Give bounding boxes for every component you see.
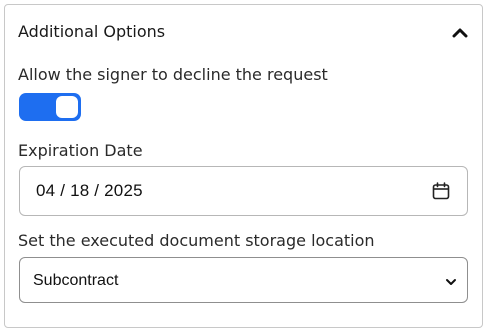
chevron-down-icon: [444, 274, 458, 288]
decline-toggle-label: Allow the signer to decline the request: [18, 65, 328, 84]
expiration-date-label: Expiration Date: [18, 141, 143, 160]
decline-toggle[interactable]: [19, 93, 81, 121]
storage-location-value: Subcontract: [33, 272, 119, 289]
toggle-knob: [56, 96, 78, 118]
panel-header[interactable]: Additional Options: [5, 5, 482, 61]
storage-location-label: Set the executed document storage locati…: [18, 231, 375, 250]
additional-options-panel: Additional Options Allow the signer to d…: [4, 4, 483, 328]
panel-title: Additional Options: [18, 22, 166, 41]
storage-location-select[interactable]: Subcontract: [19, 257, 468, 303]
expiration-date-input[interactable]: 04 / 18 / 2025: [19, 166, 468, 216]
expiration-date-value: 04 / 18 / 2025: [36, 181, 143, 200]
chevron-up-icon[interactable]: [450, 23, 470, 43]
calendar-icon[interactable]: [431, 181, 451, 201]
